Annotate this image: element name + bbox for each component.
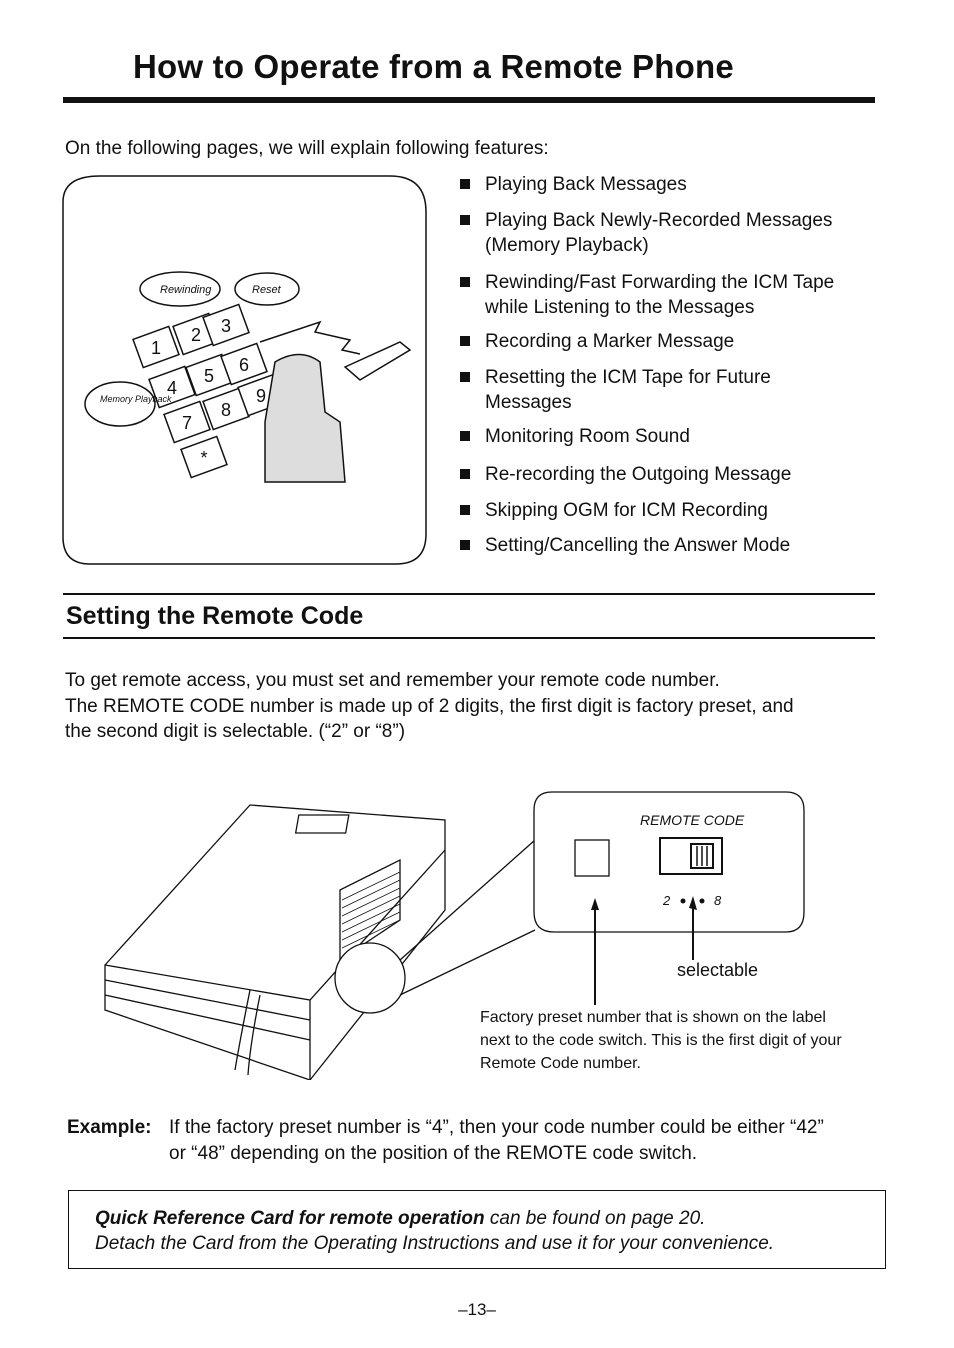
caption-line: Remote Code number. — [480, 1055, 641, 1072]
section-rule-top — [63, 593, 875, 595]
intro-text: On the following pages, we will explain … — [65, 138, 549, 159]
remote-code-label: REMOTE CODE — [640, 812, 745, 828]
example-line: or “48” depending on the position of the… — [169, 1142, 698, 1164]
feature-text: Skipping OGM for ICM Recording — [485, 500, 768, 521]
feature-text: Playing Back Newly-Recorded Messages — [485, 210, 833, 231]
note-rest: can be found on page 20. — [484, 1208, 706, 1229]
bullet-square-icon — [460, 372, 470, 382]
feature-text: Rewinding/Fast Forwarding the ICM Tape — [485, 272, 835, 293]
key-5: 5 — [204, 366, 214, 386]
feature-text: while Listening to the Messages — [485, 297, 755, 318]
feature-text: Re-recording the Outgoing Message — [485, 464, 792, 485]
key-1: 1 — [151, 338, 161, 358]
feature-item: Skipping OGM for ICM Recording — [460, 498, 768, 523]
feature-item: Recording a Marker Message — [460, 329, 734, 354]
key-star: * — [200, 448, 207, 468]
label-reset: Reset — [252, 284, 282, 296]
feature-item: Monitoring Room Sound — [460, 424, 690, 449]
example-line: If the factory preset number is “4”, the… — [169, 1117, 824, 1138]
bullet-square-icon — [460, 469, 470, 479]
key-4: 4 — [167, 378, 177, 398]
key-6: 6 — [239, 355, 249, 375]
section-heading: Setting the Remote Code — [66, 602, 364, 630]
selectable-label: selectable — [677, 960, 758, 980]
bullet-square-icon — [460, 431, 470, 441]
key-7: 7 — [182, 413, 192, 433]
title-rule — [63, 97, 875, 103]
section-rule-bottom — [63, 637, 875, 639]
feature-text: Recording a Marker Message — [485, 331, 735, 352]
page-number: –13– — [458, 1300, 496, 1319]
label-rewinding: Rewinding — [160, 284, 212, 296]
feature-text: Playing Back Messages — [485, 174, 687, 195]
feature-item: Resetting the ICM Tape for Future Message… — [460, 365, 771, 415]
bullet-square-icon — [460, 540, 470, 550]
feature-item: Playing Back Newly-Recorded Messages (Mem… — [460, 208, 832, 258]
feature-item: Rewinding/Fast Forwarding the ICM Tape wh… — [460, 270, 834, 320]
remote-phone-illustration: Rewinding Reset Memory Playback 1 2 3 4 … — [62, 175, 427, 565]
feature-item: Re-recording the Outgoing Message — [460, 462, 791, 487]
paragraph-line: The REMOTE CODE number is made up of 2 d… — [65, 695, 794, 717]
key-3: 3 — [221, 316, 231, 336]
note-line2: Detach the Card from the Operating Instr… — [95, 1233, 775, 1254]
bullet-square-icon — [460, 277, 470, 287]
key-2: 2 — [191, 325, 201, 345]
bullet-square-icon — [460, 505, 470, 515]
bullet-square-icon — [460, 215, 470, 225]
paragraph-line: To get remote access, you must set and r… — [65, 670, 720, 691]
feature-text: Messages — [485, 392, 572, 413]
feature-text: Setting/Cancelling the Answer Mode — [485, 535, 791, 556]
feature-item: Playing Back Messages — [460, 172, 687, 197]
note-bold: Quick Reference Card for remote operatio… — [95, 1208, 485, 1229]
feature-text: Monitoring Room Sound — [485, 426, 690, 447]
switch-digit-2: 2 — [662, 893, 671, 908]
label-memory-playback: Memory Playback — [100, 394, 172, 404]
quick-reference-note: Quick Reference Card for remote operatio… — [68, 1190, 886, 1269]
caption-line: Factory preset number that is shown on t… — [480, 1009, 826, 1026]
paragraph-line: the second digit is selectable. (“2” or … — [65, 721, 406, 742]
key-8: 8 — [221, 400, 231, 420]
example-label: Example: — [67, 1117, 152, 1138]
feature-item: Setting/Cancelling the Answer Mode — [460, 533, 790, 558]
key-9: 9 — [256, 386, 266, 406]
bullet-square-icon — [460, 179, 470, 189]
feature-text: (Memory Playback) — [485, 235, 649, 256]
switch-digit-8: 8 — [714, 893, 722, 908]
caption-line: next to the code switch. This is the fir… — [480, 1032, 842, 1049]
bullet-square-icon — [460, 336, 470, 346]
feature-text: Resetting the ICM Tape for Future — [485, 367, 771, 388]
page-title: How to Operate from a Remote Phone — [133, 48, 734, 85]
